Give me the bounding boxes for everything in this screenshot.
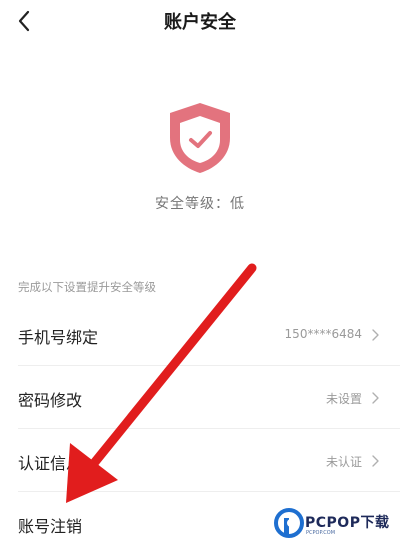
security-level: 安全等级：低 (0, 193, 400, 213)
pcpop-logo-icon (274, 508, 304, 538)
page-title: 账户安全 (164, 12, 236, 33)
chevron-right-icon (372, 329, 379, 341)
divider (18, 491, 400, 492)
chevron-right-icon (372, 392, 379, 404)
row-verification-info[interactable]: 认证信息 未认证 (0, 430, 400, 492)
chevron-right-icon (372, 455, 379, 467)
row-password-change[interactable]: 密码修改 未设置 (0, 367, 400, 429)
row-label: 认证信息 (18, 454, 83, 473)
row-label: 密码修改 (18, 391, 83, 410)
watermark-text: PCPOP下载 (305, 515, 390, 531)
shield-icon (164, 100, 236, 176)
watermark-subtext: PCPOP.COM (306, 530, 336, 536)
row-phone-binding[interactable]: 手机号绑定 150****6484 (0, 304, 400, 366)
row-value: 150****6484 (284, 327, 362, 341)
row-label: 账号注销 (18, 517, 83, 536)
row-label: 手机号绑定 (18, 328, 99, 347)
divider (18, 365, 400, 366)
top-nav-bar: 账户安全 (0, 0, 400, 44)
section-title: 完成以下设置提升安全等级 (18, 280, 156, 294)
security-level-label: 安全等级： (155, 196, 230, 212)
divider (18, 428, 400, 429)
watermark-logo: PCPOP下载 PCPOP.COM (272, 506, 398, 542)
security-level-value: 低 (230, 196, 245, 212)
row-value: 未认证 (325, 455, 362, 469)
row-value: 未设置 (325, 392, 362, 406)
